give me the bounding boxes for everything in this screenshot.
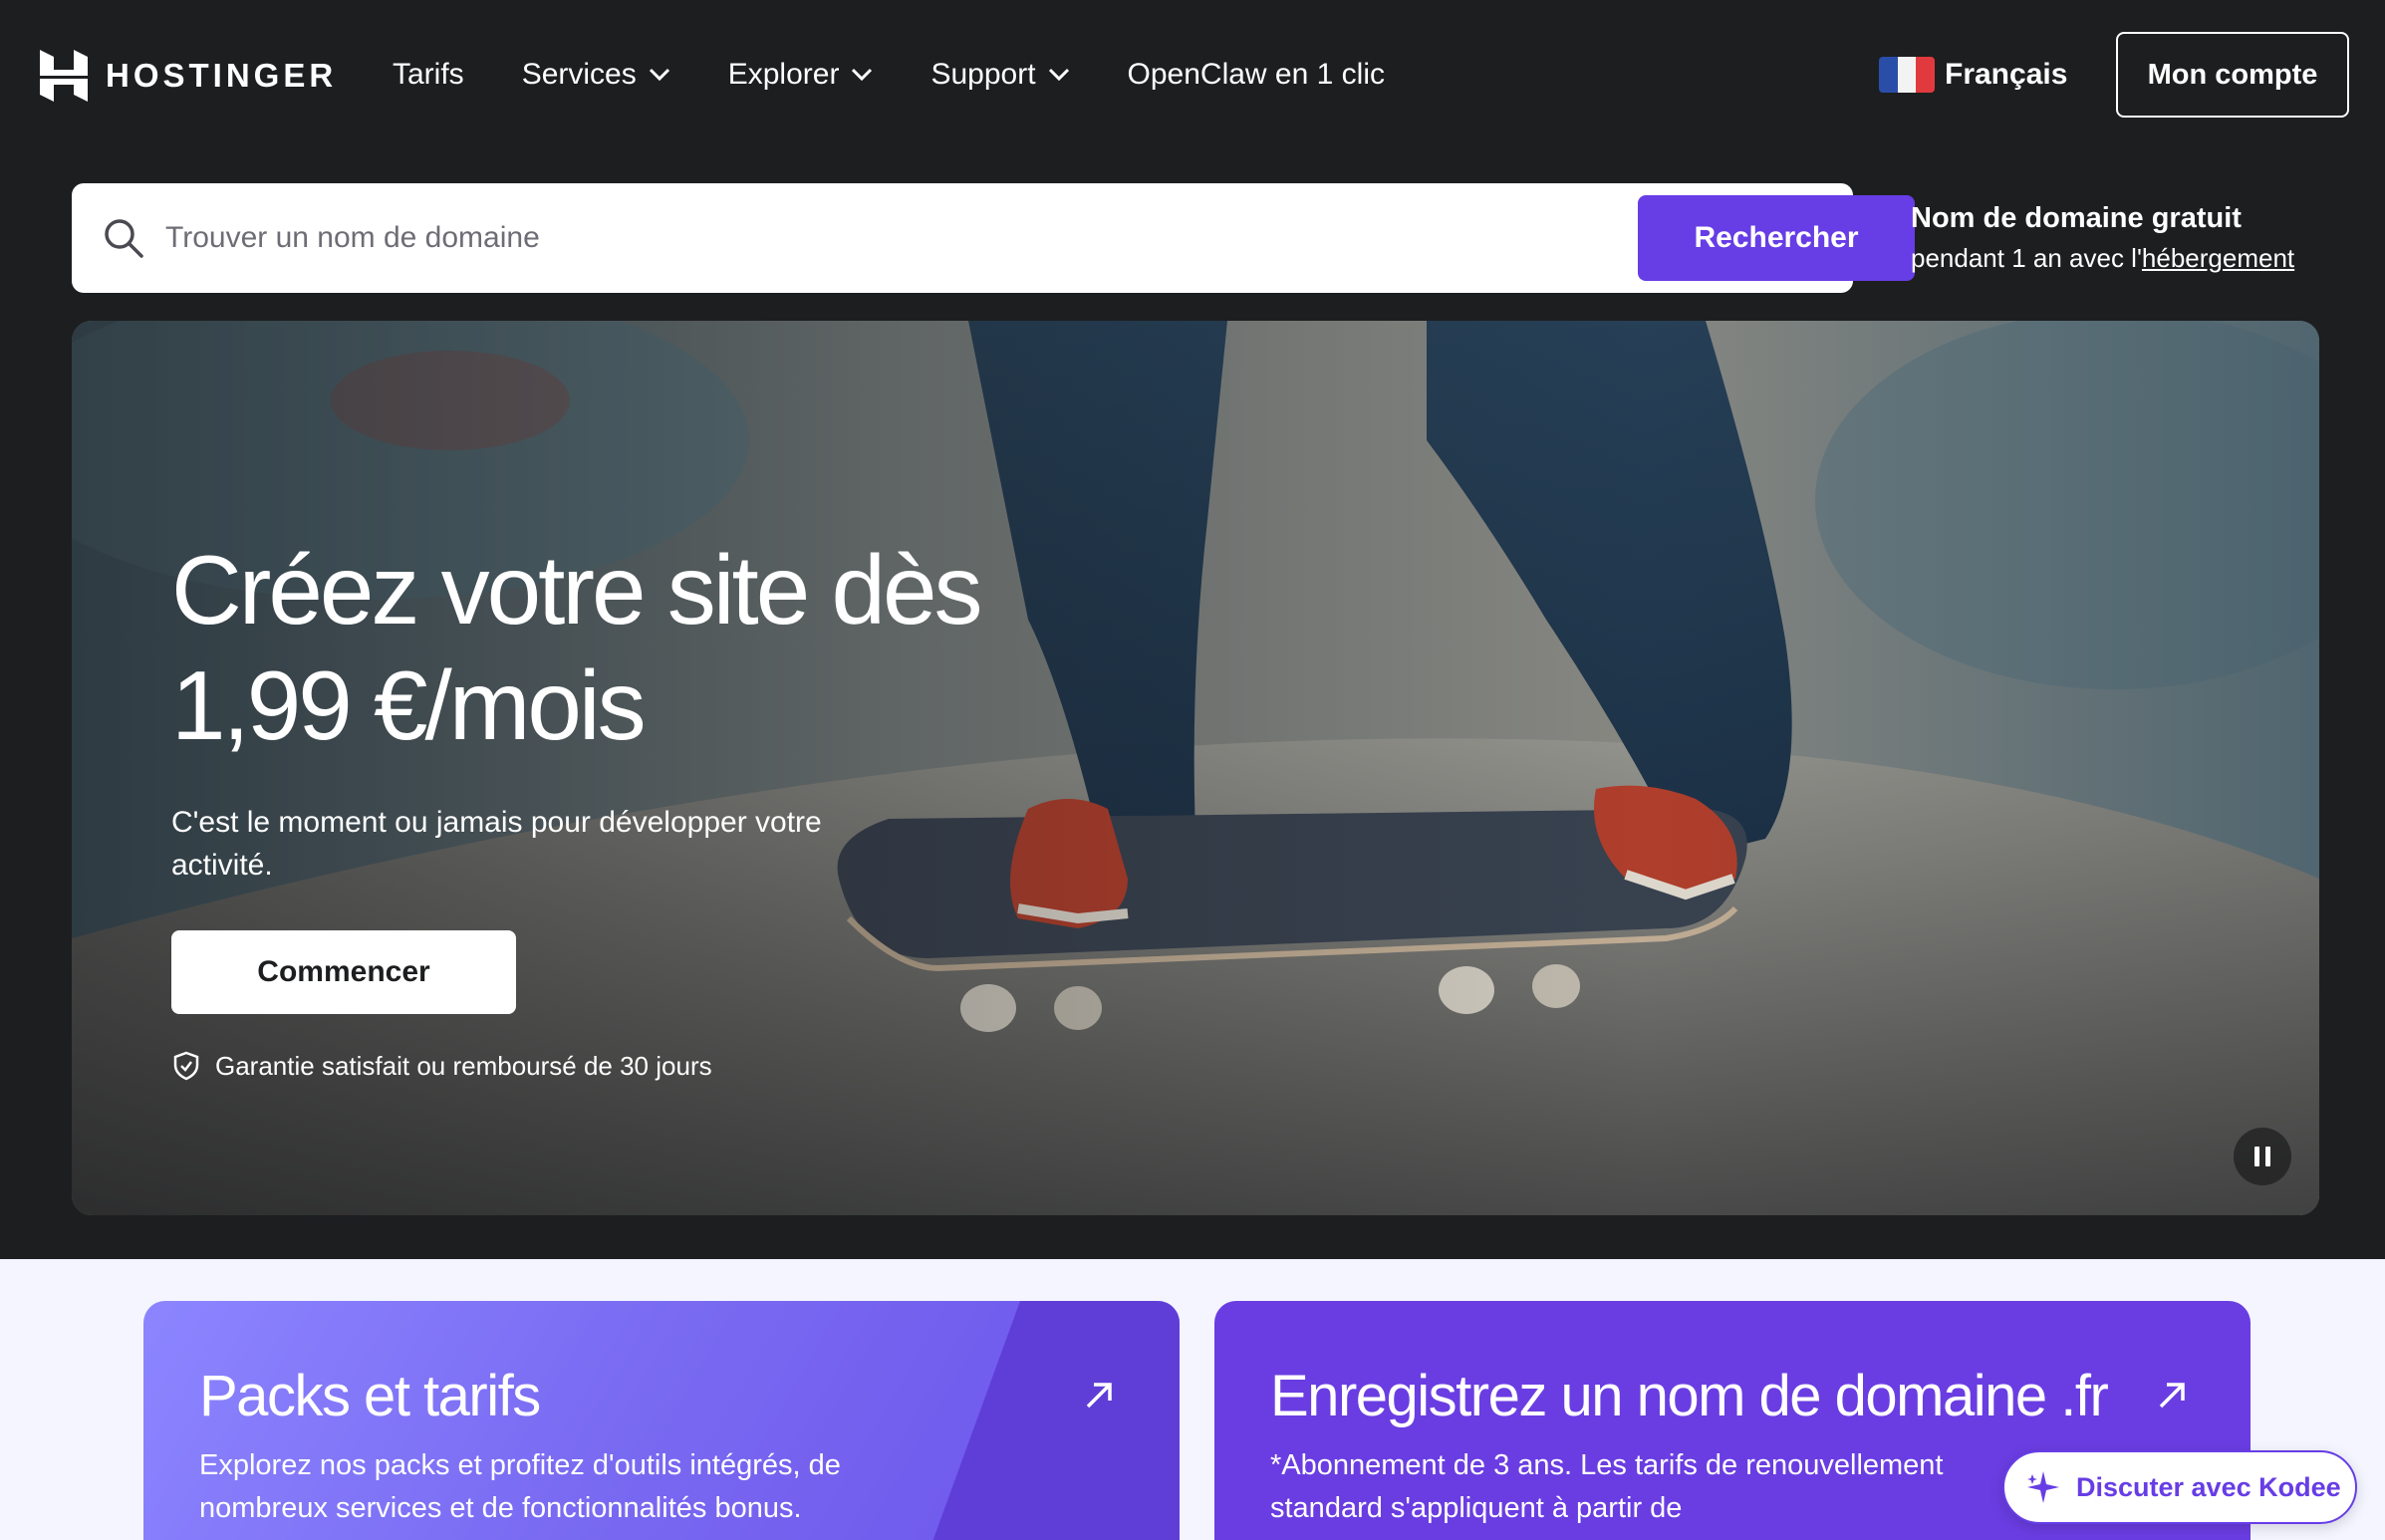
language-label: Français <box>1945 58 2068 91</box>
pause-video-button[interactable] <box>2234 1128 2291 1185</box>
card-description: *Abonnement de 3 ans. Les tarifs de reno… <box>1270 1449 1944 1524</box>
language-selector[interactable]: Français <box>1879 54 2067 96</box>
card-title: Enregistrez un nom de domaine .fr <box>1270 1364 2109 1428</box>
hero-title-line-1: Créez votre site dès <box>171 535 982 644</box>
chat-label: Discuter avec Kodee <box>2076 1471 2341 1502</box>
nav-item-support[interactable]: Support <box>930 58 1069 92</box>
account-button[interactable]: Mon compte <box>2116 32 2349 118</box>
search-button[interactable]: Rechercher <box>1638 195 1915 281</box>
free-domain-promo: Nom de domaine gratuit pendant 1 an avec… <box>1911 197 2294 277</box>
card-decoration <box>911 1301 1180 1540</box>
nav-item-services[interactable]: Services <box>522 58 670 92</box>
search-icon <box>105 219 143 258</box>
hostinger-logo-icon <box>40 50 88 102</box>
nav-item-tarifs[interactable]: Tarifs <box>393 58 464 92</box>
nav-item-label: OpenClaw en 1 clic <box>1127 58 1385 91</box>
card-title: Packs et tarifs <box>199 1364 541 1428</box>
france-flag-icon <box>1879 57 1935 93</box>
site-header: HOSTINGER Tarifs Services Explorer Suppo… <box>0 0 2385 149</box>
hero-title: Créez votre site dès 1,99 €/mois <box>171 532 1267 763</box>
chevron-down-icon <box>852 68 873 82</box>
nav-item-label: Tarifs <box>393 58 464 91</box>
hero-banner: Créez votre site dès 1,99 €/mois C'est l… <box>72 321 2319 1215</box>
brand-name: HOSTINGER <box>106 57 338 94</box>
brand-logo[interactable]: HOSTINGER <box>40 50 337 102</box>
nav-item-openclaw[interactable]: OpenClaw en 1 clic <box>1128 58 1385 92</box>
kodee-sparkle-icon <box>2027 1471 2059 1503</box>
hosting-link[interactable]: hébergement <box>2142 243 2294 273</box>
hero-title-line-2: 1,99 €/mois <box>171 650 647 760</box>
nav-item-label: Services <box>521 58 637 91</box>
nav-item-label: Support <box>930 58 1036 91</box>
guarantee-text: Garantie satisfait ou remboursé de 30 jo… <box>215 1050 712 1081</box>
promo-title: Nom de domaine gratuit <box>1911 202 2242 234</box>
domain-search-bar: Rechercher <box>72 183 1915 293</box>
pause-icon-bar <box>2265 1147 2270 1166</box>
promo-subtitle-text: pendant 1 an avec l' <box>1911 243 2142 273</box>
get-started-button[interactable]: Commencer <box>171 930 516 1014</box>
promo-subtitle: pendant 1 an avec l'hébergement <box>1911 239 2294 277</box>
arrow-up-right-icon <box>2159 1383 2185 1409</box>
arrow-up-right-icon <box>1086 1383 1112 1409</box>
domain-search-input[interactable] <box>165 207 1620 269</box>
pause-icon <box>2254 1147 2259 1166</box>
page: HOSTINGER Tarifs Services Explorer Suppo… <box>0 0 2385 1540</box>
hero-description: C'est le moment ou jamais pour développe… <box>171 806 822 882</box>
shield-check-icon <box>173 1051 199 1081</box>
chat-with-kodee-button[interactable]: Discuter avec Kodee <box>2002 1450 2357 1524</box>
nav-item-explorer[interactable]: Explorer <box>728 58 874 92</box>
chevron-down-icon <box>649 68 669 82</box>
nav-item-label: Explorer <box>727 58 840 91</box>
chevron-down-icon <box>1048 68 1069 82</box>
main-nav: Tarifs Services Explorer Support OpenCla… <box>393 50 1443 100</box>
money-back-guarantee: Garantie satisfait ou remboursé de 30 jo… <box>171 1048 712 1084</box>
card-description: Explorez nos packs et profitez d'outils … <box>199 1449 841 1524</box>
pricing-card[interactable]: Packs et tarifs Explorez nos packs et pr… <box>143 1301 1180 1540</box>
